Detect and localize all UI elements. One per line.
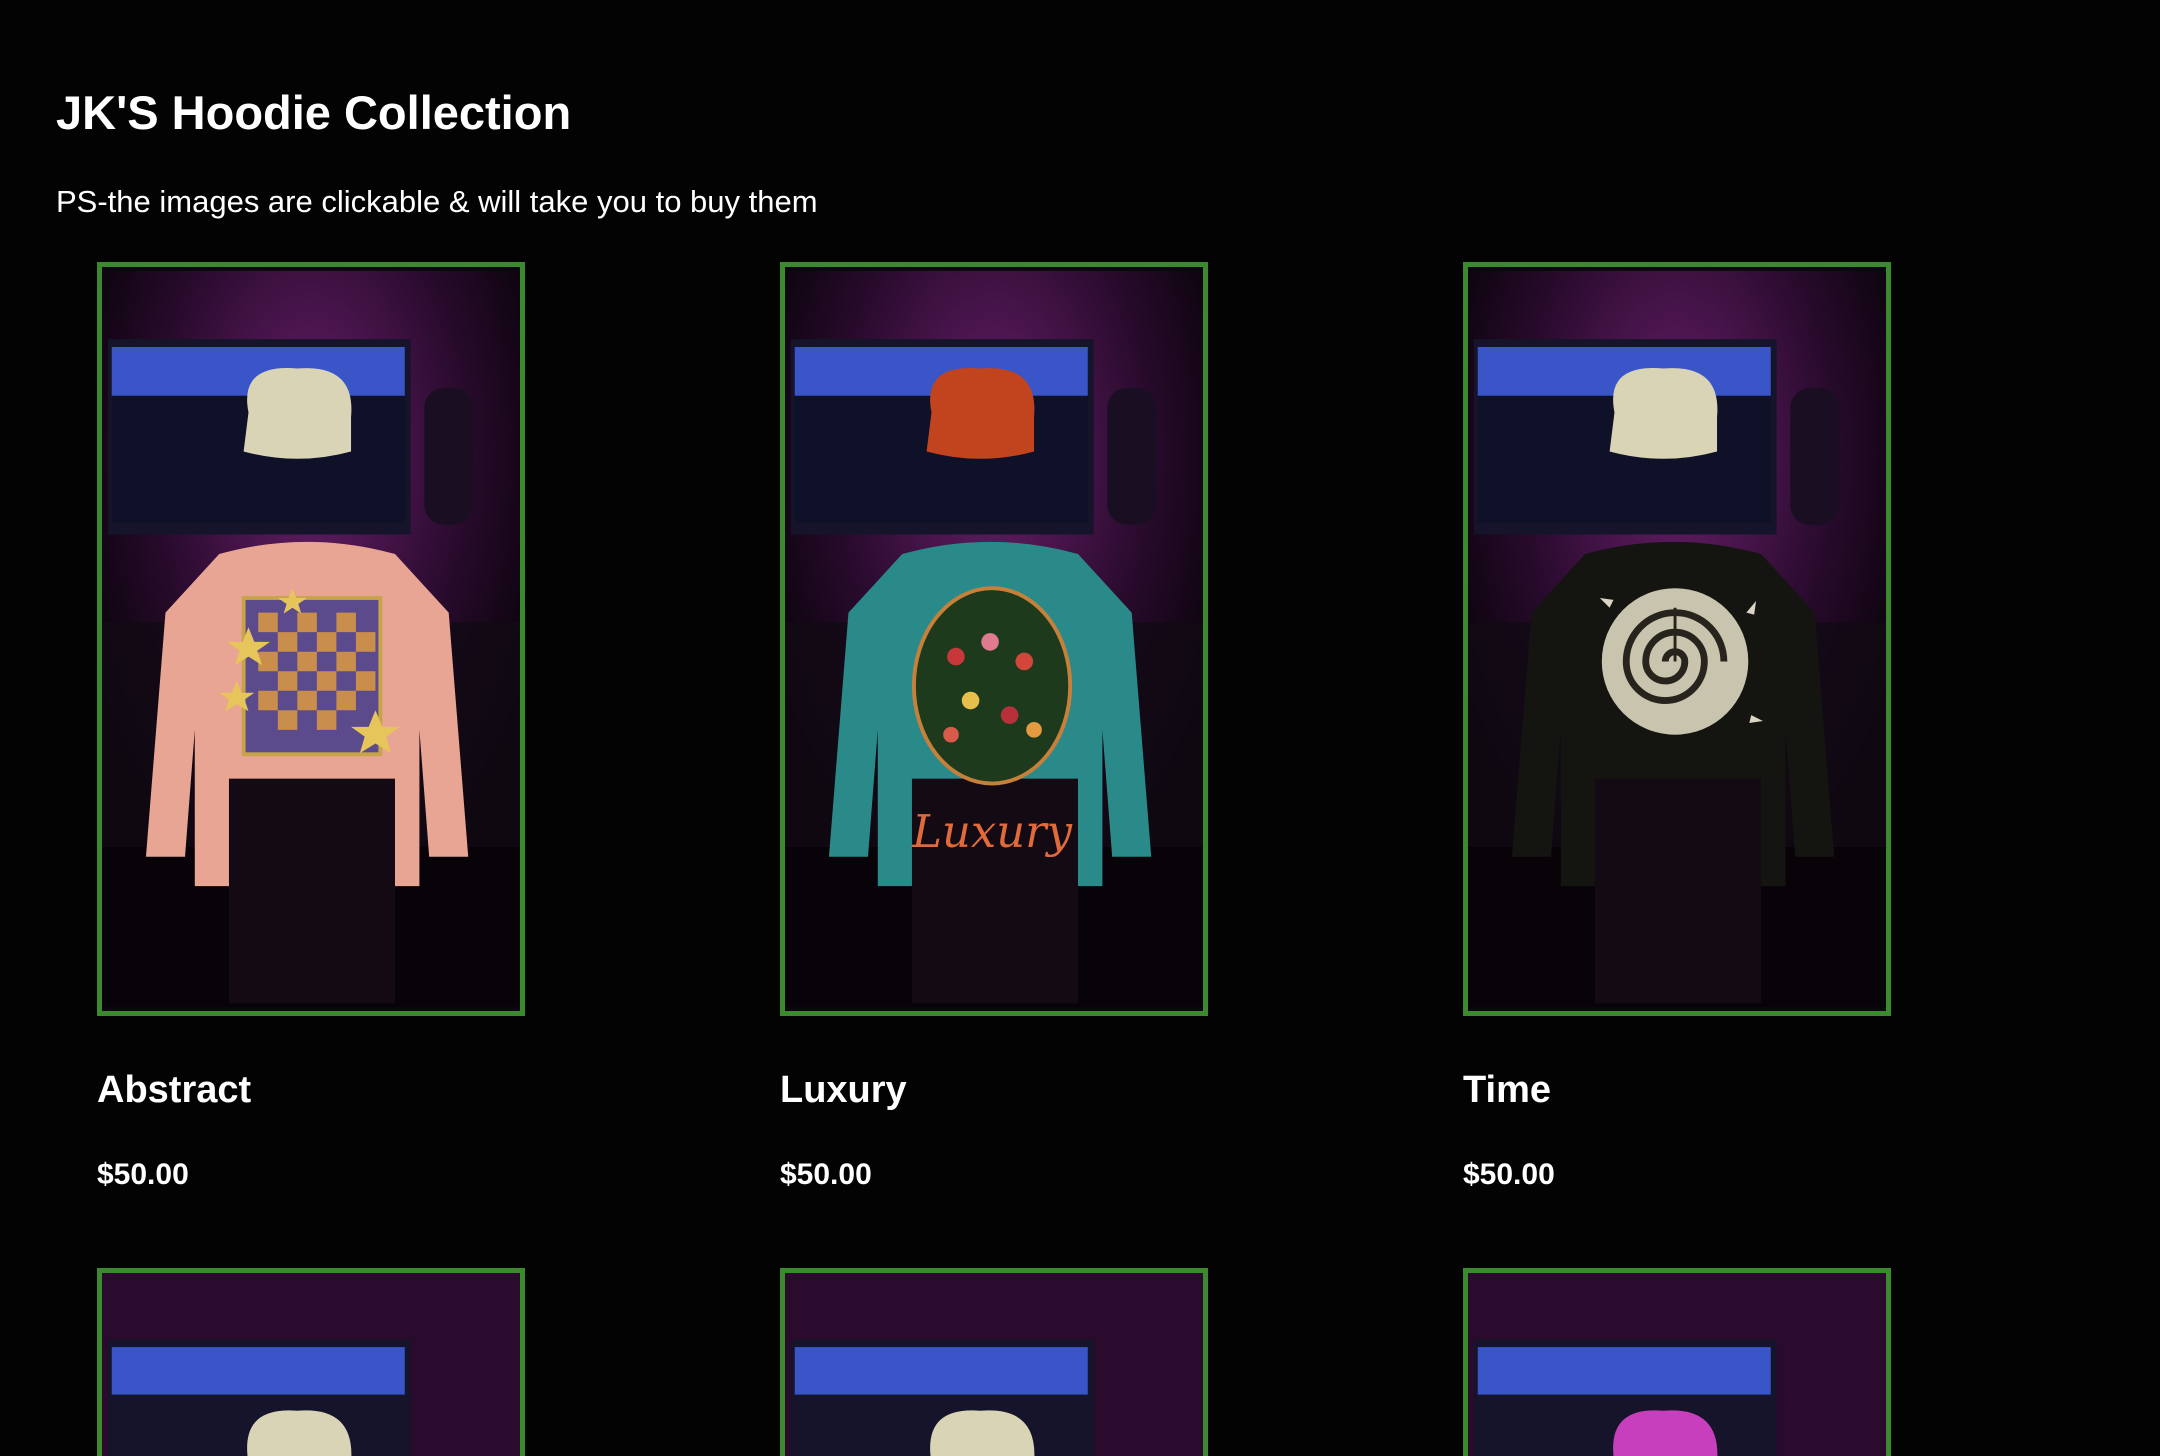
- product-image-luxury: Luxury: [785, 270, 1203, 1008]
- product-image-link-luxury[interactable]: Luxury: [780, 262, 1208, 1016]
- product-image-4: [102, 1273, 520, 1456]
- product-price-abstract: $50.00: [97, 1158, 189, 1191]
- product-name-time: Time: [1463, 1069, 1552, 1111]
- product-name-abstract: Abstract: [97, 1069, 252, 1111]
- product-image-link-6[interactable]: [1463, 1268, 1891, 1456]
- page-note: PS-the images are clickable & will take …: [56, 184, 818, 219]
- product-name-luxury: Luxury: [780, 1069, 907, 1111]
- page-title: JK'S Hoodie Collection: [56, 86, 572, 139]
- product-price-time: $50.00: [1463, 1158, 1555, 1191]
- product-image-link-4[interactable]: [97, 1268, 525, 1456]
- product-image-link-abstract[interactable]: [97, 262, 525, 1016]
- product-image-time: [1468, 270, 1886, 1008]
- product-image-link-time[interactable]: [1463, 262, 1891, 1016]
- product-image-6: [1468, 1273, 1886, 1456]
- product-price-luxury: $50.00: [780, 1158, 872, 1191]
- luxury-graphic-text: Luxury: [911, 805, 1072, 858]
- product-image-5: [785, 1273, 1203, 1456]
- page: JK'S Hoodie Collection PS-the images are…: [0, 0, 2160, 1456]
- product-image-link-5[interactable]: [780, 1268, 1208, 1456]
- product-image-abstract: [102, 270, 520, 1008]
